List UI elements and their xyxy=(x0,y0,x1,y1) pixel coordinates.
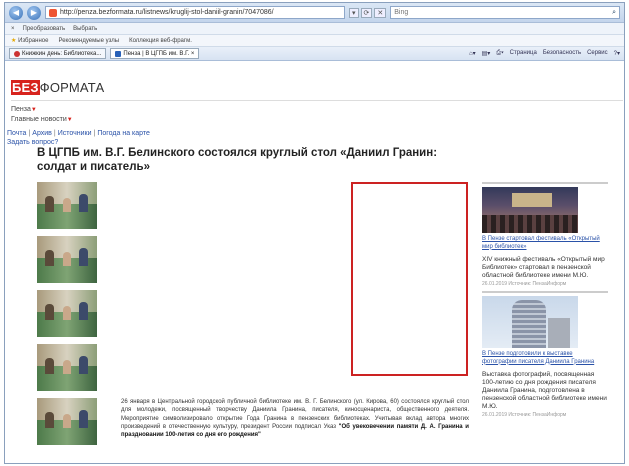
news-link[interactable]: В Пензе стартовал фестиваль «Открытый ми… xyxy=(482,236,608,251)
refresh-icon[interactable]: ⟳ xyxy=(360,7,373,18)
tab-library[interactable]: Книжкин день: Библиотека... xyxy=(9,48,107,59)
convert-button[interactable]: Преобразовать xyxy=(23,26,66,32)
select-button[interactable]: Выбрать xyxy=(73,26,97,32)
address-controls: ▾ ⟳ ✕ xyxy=(349,7,387,18)
address-bar-row: ◀ ▶ http://penza.bezformata.ru/listnews/… xyxy=(5,3,624,23)
divider xyxy=(482,291,608,293)
print-icon[interactable]: ⎙▾ xyxy=(496,50,503,57)
photo-thumbnail[interactable] xyxy=(37,236,97,283)
photo-thumbnail[interactable] xyxy=(37,344,97,391)
news-link[interactable]: В Пензе подготовили к выставке фотографи… xyxy=(482,351,608,366)
service-links: Почта | Архив | Источники | Погода на карте За… xyxy=(7,130,150,146)
browser-window: ◀ ▶ http://penza.bezformata.ru/listnews/… xyxy=(4,2,625,464)
news-date: 26.01.2019 Источник: ПензаИнформ xyxy=(482,412,567,418)
stop-icon[interactable]: ✕ xyxy=(374,7,387,18)
archive-link[interactable]: Архив xyxy=(32,130,52,137)
news-summary: Выставка фотографий, посвященная 100-лет… xyxy=(482,371,607,410)
toolbar-row: × Преобразовать Выбрать xyxy=(5,23,624,35)
tab-article[interactable]: Пенза | В ЦГПБ им. В.Г. × xyxy=(110,48,200,59)
page-menu[interactable]: Страница xyxy=(510,50,537,57)
mail-link[interactable]: Почта xyxy=(7,130,26,137)
page-content: БЕЗ ФОРМАТА Пенза▼ Главные новости▼ Почт… xyxy=(5,64,624,463)
command-bar: ⌂▾ ▤▾ ⎙▾ Страница Безопасность Сервис ?▾ xyxy=(469,50,620,57)
address-text: http://penza.bezformata.ru/listnews/krug… xyxy=(60,9,274,16)
dropdown-arrow-icon: ▼ xyxy=(30,107,37,113)
divider xyxy=(482,182,608,184)
site-logo[interactable]: БЕЗ ФОРМАТА xyxy=(11,80,104,95)
back-icon[interactable]: ◀ xyxy=(9,5,23,20)
suggested-sites-link[interactable]: Рекомендуемые узлы xyxy=(58,38,119,44)
favorites-bar: ★ Избранное Рекомендуемые узлы Коллекция… xyxy=(5,35,624,47)
forward-icon[interactable]: ▶ xyxy=(27,5,41,20)
divider xyxy=(11,100,623,101)
article-title: В ЦГПБ им. В.Г. Белинского состоялся кру… xyxy=(37,147,438,173)
city-select[interactable]: Пенза▼ xyxy=(11,105,73,115)
compat-view-icon[interactable]: ▾ xyxy=(349,7,359,18)
tab-favicon-icon xyxy=(14,50,20,57)
close-toolbar-icon[interactable]: × xyxy=(11,26,15,32)
help-icon[interactable]: ?▾ xyxy=(614,50,620,57)
photo-gallery xyxy=(37,182,97,452)
dropdown-arrow-icon: ▼ xyxy=(66,117,73,123)
feeds-icon[interactable]: ▤▾ xyxy=(482,50,491,57)
search-input[interactable]: Bing ⌕ xyxy=(390,6,620,19)
tab-row: Книжкин день: Библиотека... Пенза | В ЦГ… xyxy=(5,47,624,61)
safety-menu[interactable]: Безопасность xyxy=(543,50,581,57)
main-news-select[interactable]: Главные новости▼ xyxy=(11,115,73,125)
news-summary: XIV книжный фестиваль «Открытый мир Библ… xyxy=(482,256,605,279)
weather-link[interactable]: Погода на карте xyxy=(97,130,150,137)
news-image[interactable] xyxy=(482,296,578,348)
search-placeholder: Bing xyxy=(394,9,409,16)
related-news: В Пензе стартовал фестиваль «Открытый ми… xyxy=(482,182,608,422)
region-nav: Пенза▼ Главные новости▼ xyxy=(11,105,73,125)
sources-link[interactable]: Источники xyxy=(58,130,92,137)
tab-favicon-icon xyxy=(115,50,122,57)
site-favicon-icon xyxy=(49,8,57,17)
star-icon: ★ xyxy=(11,38,17,44)
news-date: 26.01.2019 Источник: ПензаИнформ xyxy=(482,281,567,287)
web-slice-gallery-link[interactable]: Коллекция веб-фрагм. xyxy=(129,38,192,44)
search-icon[interactable]: ⌕ xyxy=(612,9,616,17)
favorites-button[interactable]: ★ Избранное xyxy=(11,37,48,44)
photo-thumbnail[interactable] xyxy=(37,290,97,337)
article-body: 26 января в Центральной городской публич… xyxy=(121,398,469,439)
address-input[interactable]: http://penza.bezformata.ru/listnews/krug… xyxy=(45,6,345,19)
tools-menu[interactable]: Сервис xyxy=(587,50,608,57)
photo-thumbnail[interactable] xyxy=(37,398,97,445)
home-icon[interactable]: ⌂▾ xyxy=(469,50,476,57)
photo-thumbnail[interactable] xyxy=(37,182,97,229)
news-image[interactable] xyxy=(482,187,578,233)
ask-question-link[interactable]: Задать вопрос? xyxy=(7,139,58,146)
ad-placeholder xyxy=(351,182,468,376)
